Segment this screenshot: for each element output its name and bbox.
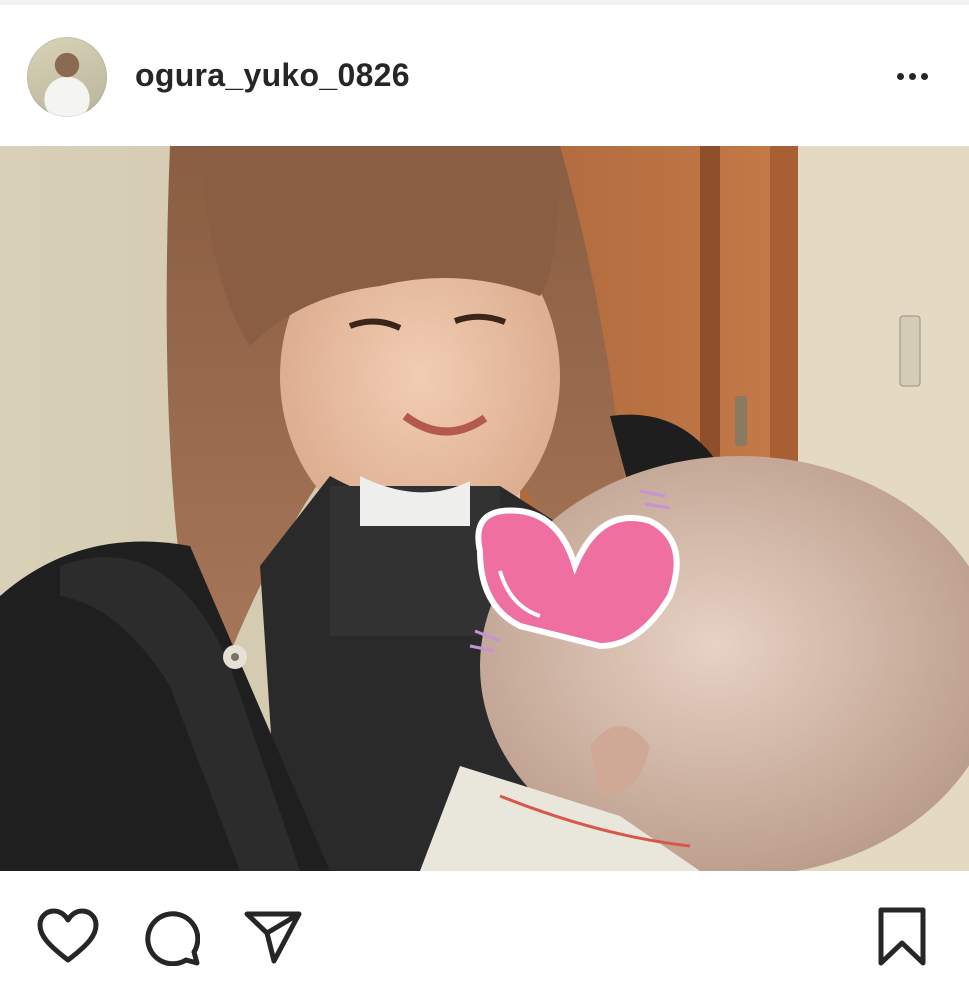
dot (908, 72, 916, 80)
photo-illustration (0, 146, 969, 871)
comment-bubble-icon[interactable] (142, 908, 200, 966)
dot (896, 72, 904, 80)
heart-outline-icon[interactable] (37, 908, 99, 964)
username-link[interactable]: ogura_yuko_0826 (135, 57, 410, 94)
bookmark-icon[interactable] (877, 907, 927, 967)
post-photo[interactable] (0, 146, 969, 871)
profile-avatar[interactable] (27, 37, 107, 117)
paper-plane-icon[interactable] (243, 909, 303, 965)
post-header: ogura_yuko_0826 (0, 5, 969, 145)
dot (920, 72, 928, 80)
post-actions-bar (0, 871, 969, 1000)
more-options-icon[interactable] (888, 61, 936, 91)
